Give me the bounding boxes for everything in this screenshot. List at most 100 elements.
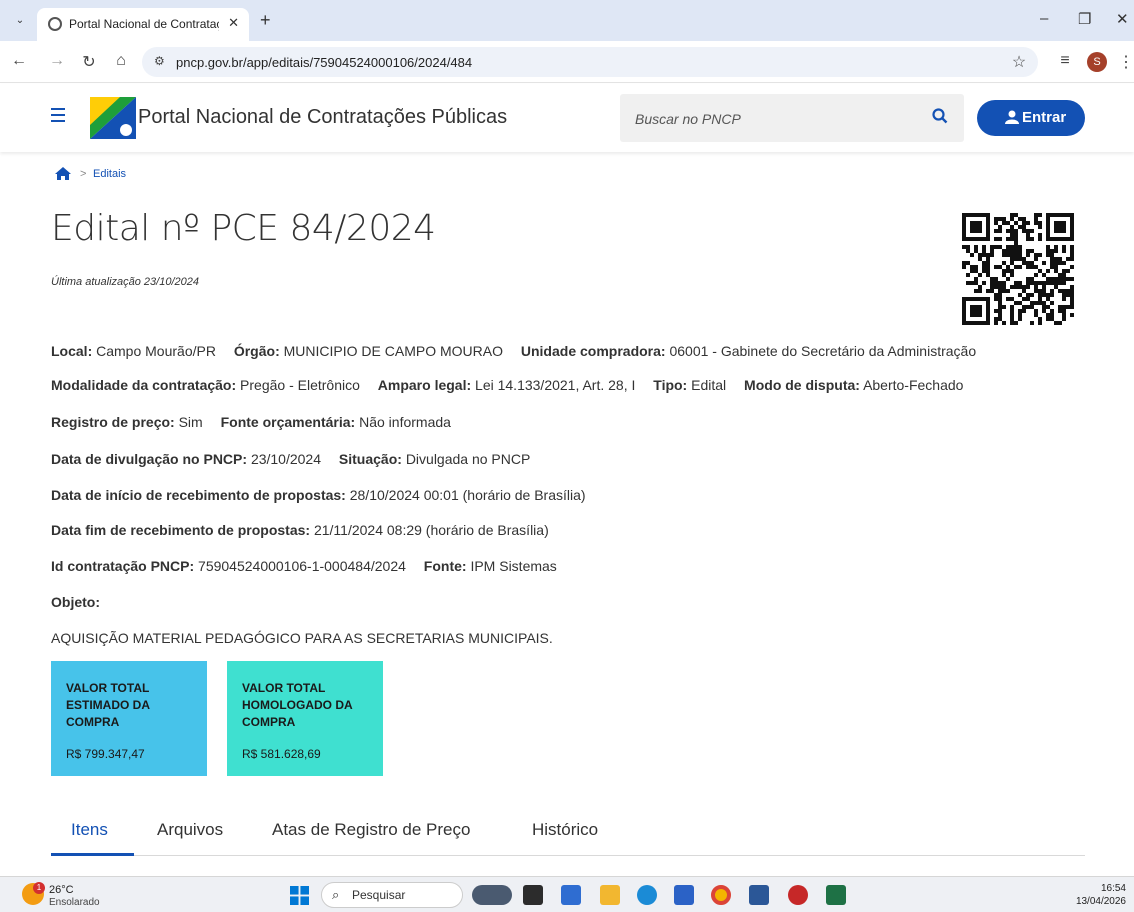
- details-row-6: Data fim de recebimento de propostas: 21…: [51, 522, 549, 538]
- site-info-icon[interactable]: ⚙: [154, 54, 165, 68]
- orgao-value: MUNICIPIO DE CAMPO MOURAO: [283, 343, 503, 359]
- active-tab-indicator: [51, 853, 134, 856]
- valor-homologado-card: VALOR TOTAL HOMOLOGADO DA COMPRA R$ 581.…: [227, 661, 383, 776]
- breadcrumb-editais[interactable]: Editais: [93, 168, 126, 180]
- word-icon[interactable]: [749, 885, 769, 905]
- registro-label: Registro de preço:: [51, 414, 175, 430]
- fonte-value: IPM Sistemas: [470, 558, 557, 574]
- tipo-value: Edital: [691, 377, 727, 393]
- details-row-4: Data de divulgação no PNCP: 23/10/2024 S…: [51, 451, 530, 467]
- menu-icon[interactable]: [51, 108, 65, 126]
- id-contratacao-value: 75904524000106-1-000484/2024: [198, 558, 406, 574]
- fim-label: Data fim de recebimento de propostas:: [51, 522, 311, 538]
- unidade-label: Unidade compradora:: [520, 343, 666, 359]
- taskbar-clock[interactable]: 16:54 13/04/2026: [1076, 882, 1126, 908]
- back-icon[interactable]: ←: [10, 52, 28, 70]
- site-header: Portal Nacional de Contratações Públicas…: [0, 84, 1134, 152]
- search-icon[interactable]: [932, 108, 948, 124]
- divulgacao-label: Data de divulgação no PNCP:: [51, 451, 248, 467]
- unidade-value: 06001 - Gabinete do Secretário da Admini…: [669, 343, 977, 359]
- weather-badge: 1: [33, 882, 45, 894]
- inicio-label: Data de início de recebimento de propost…: [51, 487, 346, 503]
- home-icon[interactable]: ⌂: [112, 52, 130, 70]
- details-row-1: Local: Campo Mourão/PR Órgão: MUNICIPIO …: [51, 343, 976, 359]
- breadcrumb-separator-icon: >: [80, 168, 87, 180]
- modo-value: Aberto-Fechado: [863, 377, 964, 393]
- taskbar-search[interactable]: ⌕ Pesquisar: [321, 882, 463, 908]
- details-row-3: Registro de preço: Sim Fonte orçamentári…: [51, 414, 451, 430]
- forward-icon[interactable]: →: [48, 52, 66, 70]
- tab-search-icon[interactable]: ⌄: [10, 12, 30, 30]
- address-bar[interactable]: ⚙ pncp.gov.br/app/editais/75904524000106…: [142, 47, 1038, 77]
- details-row-2: Modalidade da contratação: Pregão - Elet…: [51, 377, 963, 393]
- valor-homologado-label: VALOR TOTAL HOMOLOGADO DA COMPRA: [242, 681, 353, 729]
- new-tab-icon[interactable]: +: [260, 10, 271, 31]
- chrome-icon[interactable]: [711, 885, 731, 905]
- fim-value: 21/11/2024 08:29 (horário de Brasília): [313, 522, 549, 538]
- valor-estimado-card: VALOR TOTAL ESTIMADO DA COMPRA R$ 799.34…: [51, 661, 207, 776]
- weather-temp[interactable]: 26°C: [49, 884, 74, 896]
- fonte-orcamentaria-value: Não informada: [359, 414, 451, 430]
- situacao-label: Situação:: [338, 451, 402, 467]
- objeto-text: AQUISIÇÃO MATERIAL PEDAGÓGICO PARA AS SE…: [51, 630, 553, 646]
- more-menu-icon[interactable]: ⋮: [1117, 52, 1134, 72]
- tab-title: Portal Nacional de Contrataçõe: [69, 17, 219, 31]
- situacao-value: Divulgada no PNCP: [405, 451, 531, 467]
- amparo-label: Amparo legal:: [377, 377, 472, 393]
- site-brand[interactable]: Portal Nacional de Contratações Públicas: [138, 106, 507, 129]
- app-icon[interactable]: [561, 885, 581, 905]
- tab-historico[interactable]: Histórico: [532, 820, 598, 840]
- browser-tab[interactable]: Portal Nacional de Contrataçõe ✕: [37, 8, 249, 41]
- tipo-label: Tipo:: [653, 377, 688, 393]
- id-contratacao-label: Id contratação PNCP:: [51, 558, 195, 574]
- details-row-5: Data de início de recebimento de propost…: [51, 487, 586, 503]
- tab-close-icon[interactable]: ✕: [228, 15, 239, 31]
- file-explorer-icon[interactable]: [600, 885, 620, 905]
- store-icon[interactable]: [674, 885, 694, 905]
- excel-icon[interactable]: [826, 885, 846, 905]
- tab-arquivos[interactable]: Arquivos: [157, 820, 223, 840]
- restore-icon[interactable]: ❐: [1078, 10, 1091, 28]
- browser-tab-bar: ⌄ Portal Nacional de Contrataçõe ✕ + – ❐…: [0, 0, 1134, 41]
- fonte-label: Fonte:: [423, 558, 467, 574]
- profile-avatar[interactable]: S: [1087, 52, 1107, 72]
- taskbar-search-label: Pesquisar: [352, 888, 406, 902]
- amparo-value: Lei 14.133/2021, Art. 28, I: [475, 377, 636, 393]
- bookmark-star-icon[interactable]: ☆: [1010, 52, 1028, 72]
- weather-desc[interactable]: Ensolarado: [49, 897, 100, 908]
- inicio-value: 28/10/2024 00:01 (horário de Brasília): [349, 487, 586, 503]
- last-updated: Última atualização 23/10/2024: [51, 276, 199, 288]
- valor-estimado-value: R$ 799.347,47: [66, 747, 145, 761]
- clock-date: 13/04/2026: [1075, 896, 1126, 907]
- modalidade-label: Modalidade da contratação:: [51, 377, 237, 393]
- reload-icon[interactable]: ↻: [80, 52, 98, 72]
- widget-news-icon[interactable]: [472, 885, 512, 905]
- browser-toolbar: ← → ↻ ⌂ ⚙ pncp.gov.br/app/editais/759045…: [0, 41, 1134, 83]
- edge-icon[interactable]: [637, 885, 657, 905]
- clock-time: 16:54: [1100, 883, 1126, 894]
- windows-start-icon[interactable]: [290, 886, 309, 905]
- minimize-icon[interactable]: –: [1040, 10, 1048, 27]
- divulgacao-value: 23/10/2024: [250, 451, 322, 467]
- objeto-label: Objeto:: [51, 594, 100, 610]
- details-row-7: Id contratação PNCP: 75904524000106-1-00…: [51, 558, 557, 574]
- details-row-8: Objeto:: [51, 594, 100, 610]
- url-text[interactable]: pncp.gov.br/app/editais/75904524000106/2…: [176, 55, 472, 70]
- login-label: Entrar: [1022, 109, 1067, 126]
- qr-code: [962, 213, 1074, 325]
- app-red-icon[interactable]: [788, 885, 808, 905]
- site-search[interactable]: Buscar no PNCP: [620, 94, 964, 142]
- tab-atas[interactable]: Atas de Registro de Preço: [272, 820, 470, 840]
- home-breadcrumb-icon[interactable]: [55, 167, 71, 180]
- reading-list-icon[interactable]: ≡: [1056, 52, 1074, 70]
- taskbar: 1 26°C Ensolarado ⌕ Pesquisar 16:54 13/0…: [0, 876, 1134, 912]
- close-window-icon[interactable]: ✕: [1116, 10, 1129, 28]
- task-view-icon[interactable]: [523, 885, 543, 905]
- registro-value: Sim: [178, 414, 203, 430]
- valor-estimado-label: VALOR TOTAL ESTIMADO DA COMPRA: [66, 681, 150, 729]
- valor-homologado-value: R$ 581.628,69: [242, 747, 321, 761]
- tab-itens[interactable]: Itens: [71, 820, 108, 840]
- search-input[interactable]: Buscar no PNCP: [635, 111, 741, 127]
- taskbar-search-icon: ⌕: [332, 887, 340, 902]
- login-button[interactable]: Entrar: [977, 100, 1085, 136]
